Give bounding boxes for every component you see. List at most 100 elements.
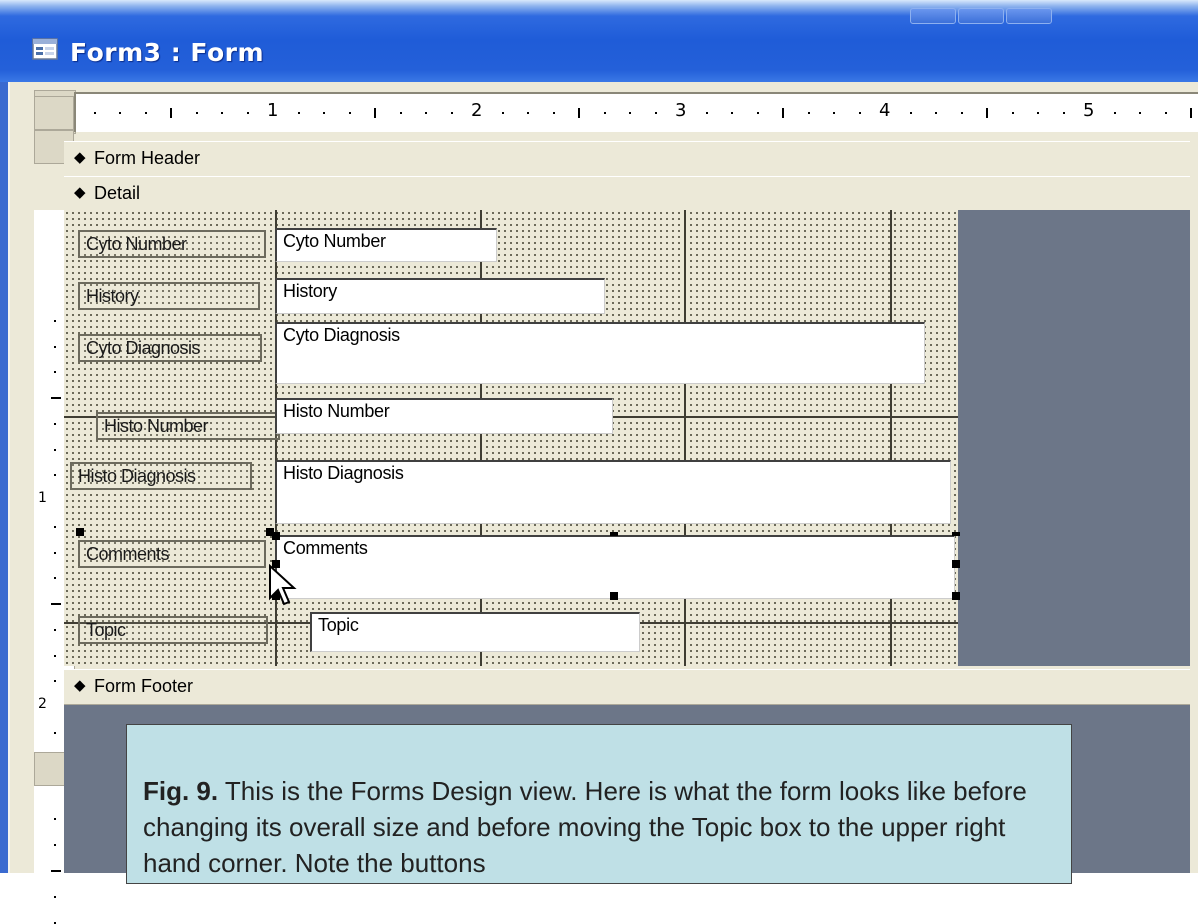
textbox-comments[interactable]: Comments	[275, 535, 955, 599]
label-histo-diagnosis[interactable]: Histo Diagnosis	[70, 462, 252, 490]
form-icon[interactable]	[32, 38, 58, 60]
ruler-dot	[1139, 112, 1141, 114]
ruler-mark	[54, 818, 56, 820]
ruler-mark	[54, 551, 56, 554]
ruler-dot	[807, 112, 810, 114]
form-footer-bar[interactable]: ◆ Form Footer	[64, 669, 1190, 705]
ruler-dot	[425, 112, 427, 114]
mouse-cursor-icon	[269, 564, 297, 606]
selection-handle[interactable]	[272, 532, 280, 540]
selection-handle[interactable]	[952, 592, 960, 600]
ruler-dot	[246, 112, 249, 114]
caption-text: Fig. 9. This is the Forms Design view. H…	[143, 773, 1053, 881]
title-bar[interactable]: Form3 : Form	[0, 0, 1198, 82]
ruler-dot	[527, 112, 529, 114]
ruler-mark	[54, 654, 56, 657]
selection-handle[interactable]	[610, 592, 618, 600]
ruler-dot	[731, 112, 733, 114]
ruler-number: 2	[471, 100, 483, 121]
minimize-button[interactable]	[910, 8, 956, 24]
ruler-mark	[54, 371, 56, 374]
ruler-number: 4	[879, 100, 891, 121]
close-button[interactable]	[1006, 8, 1052, 24]
ruler-dot	[705, 112, 708, 114]
ruler-dot	[935, 112, 937, 114]
selection-handle[interactable]	[952, 560, 960, 568]
ruler-dot	[450, 112, 453, 114]
textbox-cyto-number[interactable]: Cyto Number	[275, 228, 497, 262]
textbox-topic[interactable]: Topic	[310, 612, 640, 652]
ruler-number: 2	[38, 696, 47, 712]
ruler-dot	[629, 112, 631, 114]
ruler-mark	[51, 397, 61, 399]
ruler-section-header	[34, 96, 74, 130]
ruler-mark	[54, 448, 56, 451]
ruler-dot	[1011, 112, 1014, 114]
ruler-mark	[54, 577, 56, 580]
ruler-dot	[1037, 112, 1039, 114]
textbox-history[interactable]: History	[275, 278, 605, 314]
ruler-mark	[54, 731, 56, 734]
ruler-dot	[1113, 112, 1116, 114]
label-histo-number[interactable]: Histo Number	[96, 412, 280, 440]
ruler-dot	[654, 112, 657, 114]
ruler-dot	[756, 112, 759, 114]
ruler-dot	[552, 112, 555, 114]
ruler-dot	[119, 112, 121, 114]
ruler-mark	[54, 422, 56, 425]
label-topic[interactable]: Topic	[78, 616, 268, 644]
ruler-dot	[909, 112, 912, 114]
label-comments[interactable]: Comments	[78, 540, 266, 568]
ruler-mark	[54, 628, 56, 631]
caption-fig-label: Fig. 9.	[143, 776, 219, 806]
ruler-mark	[54, 844, 56, 846]
ruler-dot	[501, 112, 504, 114]
ruler-number: 3	[675, 100, 687, 121]
textbox-histo-number[interactable]: Histo Number	[275, 398, 613, 434]
ruler-dot	[93, 112, 96, 114]
ruler-tick	[578, 108, 580, 118]
section-arrow-icon: ◆	[74, 184, 86, 201]
label-cyto-diagnosis[interactable]: Cyto Diagnosis	[78, 334, 262, 362]
maximize-button[interactable]	[958, 8, 1004, 24]
ruler-tick	[1190, 108, 1192, 118]
detail-label: Detail	[94, 183, 141, 203]
ruler-dot	[1164, 112, 1167, 114]
form-header-bar[interactable]: ◆ Form Header	[64, 141, 1190, 177]
ruler-dot	[297, 112, 300, 114]
ruler-dot	[348, 112, 351, 114]
ruler-dot	[399, 112, 402, 114]
ruler-mark	[54, 474, 56, 477]
ruler-mark	[51, 870, 61, 872]
ruler-dot	[323, 112, 325, 114]
label-cyto-number[interactable]: Cyto Number	[78, 230, 266, 258]
textbox-histo-diagnosis[interactable]: Histo Diagnosis	[275, 460, 951, 524]
ruler-mark	[54, 525, 56, 528]
selection-handle[interactable]	[610, 532, 618, 536]
ruler-dot	[858, 112, 861, 114]
ruler-number: 1	[38, 490, 47, 506]
caption-box: Fig. 9. This is the Forms Design view. H…	[126, 724, 1072, 884]
ruler-dot	[144, 112, 147, 114]
caption-body: This is the Forms Design view. Here is w…	[143, 776, 1027, 878]
window-title: Form3 : Form	[70, 38, 265, 67]
ruler-mark	[54, 345, 56, 348]
ruler-mark	[54, 896, 56, 898]
ruler-dot	[833, 112, 835, 114]
ruler-number: 1	[267, 100, 279, 121]
ruler-dot	[603, 112, 606, 114]
section-arrow-icon: ◆	[74, 677, 86, 694]
ruler-tick	[986, 108, 988, 118]
horizontal-ruler[interactable]: 1 2 3 4 5	[74, 92, 1198, 132]
ruler-tick	[374, 108, 376, 118]
ruler-number: 5	[1083, 100, 1095, 121]
selection-handle[interactable]	[76, 528, 84, 536]
label-history[interactable]: History	[78, 282, 260, 310]
selection-handle[interactable]	[952, 532, 960, 536]
ruler-dot	[1062, 112, 1065, 114]
textbox-cyto-diagnosis[interactable]: Cyto Diagnosis	[275, 322, 925, 384]
form-design-window: Form3 : Form 1 2 3 4 5 1 2 ◆ Form Header ◆ De…	[0, 0, 1198, 924]
detail-bar[interactable]: ◆ Detail	[64, 176, 1190, 212]
ruler-mark	[54, 680, 56, 683]
ruler-dot	[960, 112, 963, 114]
